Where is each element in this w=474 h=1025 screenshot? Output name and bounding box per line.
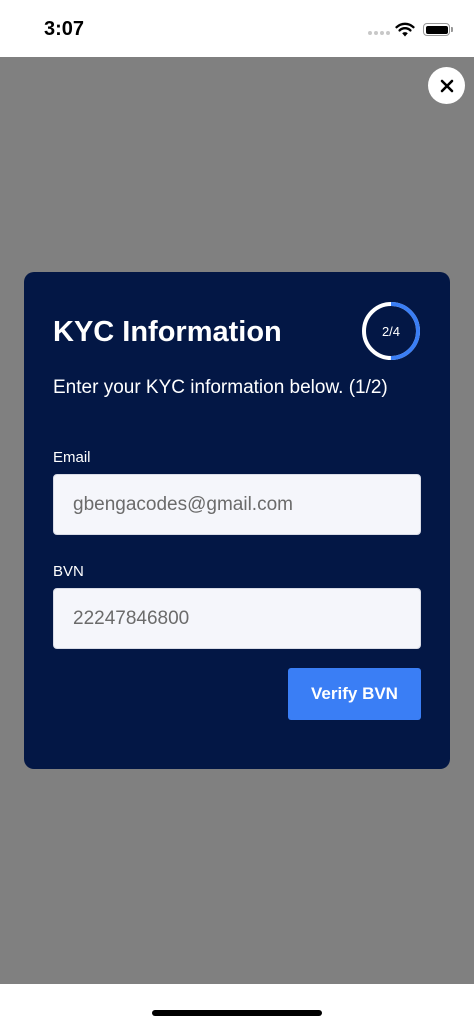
kyc-screen: 3:07 KYC Information 2/4 Enter your KYC … (0, 0, 474, 1025)
modal-subtitle: Enter your KYC information below. (1/2) (53, 377, 388, 398)
home-indicator-area (0, 984, 474, 1025)
modal-title: KYC Information (53, 316, 282, 348)
wifi-icon (395, 22, 415, 37)
step-progress-ring: 2/4 (360, 300, 422, 362)
close-button[interactable] (428, 67, 465, 104)
bvn-field[interactable] (53, 588, 421, 649)
verify-bvn-button[interactable]: Verify BVN (288, 668, 421, 720)
email-label: Email (53, 449, 91, 466)
battery-cap (451, 27, 453, 32)
cellular-signal-icon (368, 31, 390, 35)
bvn-label: BVN (53, 563, 84, 580)
home-indicator[interactable] (152, 1010, 322, 1016)
status-bar: 3:07 (0, 0, 474, 57)
email-field[interactable] (53, 474, 421, 535)
battery-icon (423, 23, 450, 36)
kyc-modal-card: KYC Information 2/4 Enter your KYC infor… (24, 272, 450, 769)
close-icon (440, 79, 453, 92)
status-time: 3:07 (44, 18, 85, 40)
step-indicator: 2/4 (381, 323, 401, 339)
